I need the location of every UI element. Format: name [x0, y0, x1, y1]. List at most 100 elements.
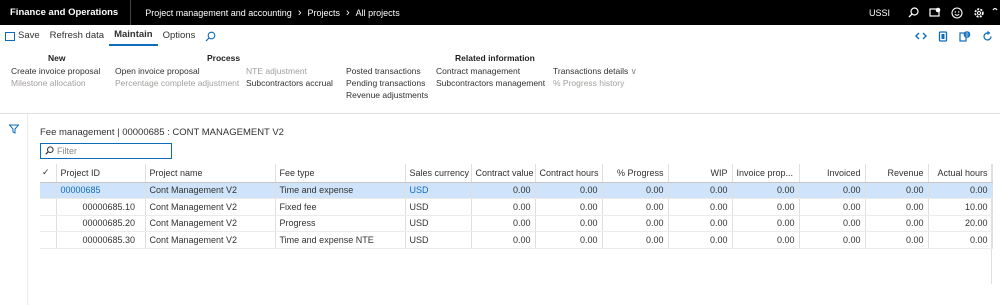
page-title: Fee management | 00000685 : CONT MANAGEM… [40, 127, 284, 138]
save-icon [5, 31, 15, 41]
row-selector[interactable] [40, 198, 57, 216]
chevron-down-icon: ∨ [630, 66, 637, 76]
refresh-icon[interactable] [976, 30, 998, 42]
chevron-right-icon: › [346, 6, 350, 19]
column-header-actual-hours[interactable]: Actual hours [928, 164, 993, 183]
breadcrumb: Project management and accounting › Proj… [131, 7, 399, 19]
filter-input[interactable] [57, 146, 167, 156]
breadcrumb-projects[interactable]: Projects [307, 8, 340, 18]
open-invoice-proposal-button[interactable]: Open invoice proposal [115, 66, 200, 76]
table-row[interactable]: 00000685 Cont Management V2 Time and exp… [40, 182, 993, 199]
grid-header-row: ✓ Project ID Project name Fee type Sales… [40, 164, 993, 183]
filter-funnel-icon[interactable] [8, 124, 20, 136]
cell: 0.00 [928, 182, 993, 199]
cell: Progress [275, 215, 406, 232]
chevron-right-icon: › [297, 6, 302, 19]
action-pane-right-tools: 0 [910, 26, 998, 46]
save-button[interactable]: Save [0, 26, 45, 46]
cell: 0.00 [732, 198, 800, 216]
filter-search-icon [45, 145, 54, 157]
cell: 0.00 [865, 182, 929, 199]
cell: Cont Management V2 [145, 198, 276, 216]
posted-transactions-button[interactable]: Posted transactions [346, 66, 421, 76]
project-id-cell[interactable]: 00000685.20 [56, 215, 146, 232]
cell: Cont Management V2 [145, 231, 276, 249]
breadcrumb-all-projects[interactable]: All projects [356, 8, 400, 18]
cell: 0.00 [535, 198, 603, 216]
contract-management-button[interactable]: Contract management [436, 66, 520, 76]
row-selector[interactable] [40, 215, 57, 232]
action-pane: Save Refresh data Maintain Options 0 [0, 26, 1000, 46]
top-nav-bar: Finance and Operations Project managemen… [0, 0, 1000, 25]
office-icon[interactable] [932, 30, 954, 42]
column-header-revenue[interactable]: Revenue [865, 164, 929, 183]
cell: 0.00 [732, 231, 800, 249]
tab-maintain[interactable]: Maintain [109, 26, 158, 46]
cell: 0.00 [471, 198, 536, 216]
select-all-checkmark-icon[interactable]: ✓ [40, 164, 57, 183]
cell: Cont Management V2 [145, 182, 276, 199]
column-header-wip[interactable]: WIP [668, 164, 733, 183]
save-label: Save [18, 30, 40, 41]
grid-filter[interactable] [40, 143, 172, 159]
tab-options[interactable]: Options [158, 26, 201, 46]
ribbon: New Create invoice proposal Milestone al… [0, 48, 1000, 114]
cell: 0.00 [602, 231, 669, 249]
column-header-contract-hours[interactable]: Contract hours [535, 164, 603, 183]
transactions-details-label: Transactions details [553, 66, 629, 76]
cell: 0.00 [535, 182, 603, 199]
progress-history-button[interactable]: % Progress history [553, 78, 624, 88]
column-header-progress[interactable]: % Progress [602, 164, 669, 183]
project-id-link[interactable]: 00000685 [56, 182, 146, 199]
column-header-invoiced[interactable]: Invoiced [799, 164, 866, 183]
notification-icon[interactable] [924, 0, 946, 25]
table-row[interactable]: 00000685.30 Cont Management V2 Time and … [40, 231, 993, 249]
nte-adjustment-button[interactable]: NTE adjustment [246, 66, 307, 76]
cell: 20.00 [928, 215, 993, 232]
cell: 0.00 [471, 215, 536, 232]
help-icon[interactable] [990, 0, 1000, 25]
settings-gear-icon[interactable] [968, 0, 990, 25]
project-id-cell[interactable]: 00000685.10 [56, 198, 146, 216]
breadcrumb-module[interactable]: Project management and accounting [145, 8, 292, 18]
pending-transactions-button[interactable]: Pending transactions [346, 78, 425, 88]
attachments-badge-icon[interactable]: 0 [954, 30, 976, 42]
create-invoice-proposal-button[interactable]: Create invoice proposal [11, 66, 100, 76]
smiley-feedback-icon[interactable] [946, 0, 968, 25]
search-icon[interactable] [902, 0, 924, 25]
revenue-adjustments-button[interactable]: Revenue adjustments [346, 90, 428, 100]
column-header-project-id[interactable]: Project ID [56, 164, 146, 183]
column-header-invoice-proposal[interactable]: Invoice prop... [732, 164, 800, 183]
action-search-icon[interactable] [200, 26, 221, 46]
row-selector[interactable] [40, 231, 57, 249]
cell: Time and expense [275, 182, 406, 199]
company-picker[interactable]: USSI [869, 8, 890, 18]
column-header-contract-value[interactable]: Contract value [471, 164, 536, 183]
cell: 0.00 [471, 231, 536, 249]
cell: 0.00 [535, 231, 603, 249]
column-header-project-name[interactable]: Project name [145, 164, 276, 183]
transactions-details-menu[interactable]: Transactions details ∨ [553, 66, 637, 77]
cell: 0.00 [668, 215, 733, 232]
link-icon[interactable] [910, 32, 932, 40]
cell: 0.00 [799, 182, 866, 199]
project-id-cell[interactable]: 00000685.30 [56, 231, 146, 249]
cell: 0.00 [732, 215, 800, 232]
milestone-allocation-button[interactable]: Milestone allocation [11, 78, 86, 88]
subcontractors-management-button[interactable]: Subcontractors management [436, 78, 545, 88]
app-name[interactable]: Finance and Operations [0, 0, 132, 25]
cell: Fixed fee [275, 198, 406, 216]
column-header-fee-type[interactable]: Fee type [275, 164, 406, 183]
column-header-sales-currency[interactable]: Sales currency [405, 164, 472, 183]
filter-pane-rail [0, 114, 28, 305]
cell: Cont Management V2 [145, 215, 276, 232]
table-row[interactable]: 00000685.10 Cont Management V2 Fixed fee… [40, 198, 993, 216]
subcontractors-accrual-button[interactable]: Subcontractors accrual [246, 78, 333, 88]
cell: USD [405, 215, 472, 232]
percentage-complete-adjustment-button[interactable]: Percentage complete adjustment [115, 78, 239, 88]
row-selector[interactable] [40, 182, 57, 199]
cell: 0.00 [668, 231, 733, 249]
cell: USD [405, 231, 472, 249]
refresh-data-button[interactable]: Refresh data [45, 26, 109, 46]
table-row[interactable]: 00000685.20 Cont Management V2 Progress … [40, 215, 993, 232]
